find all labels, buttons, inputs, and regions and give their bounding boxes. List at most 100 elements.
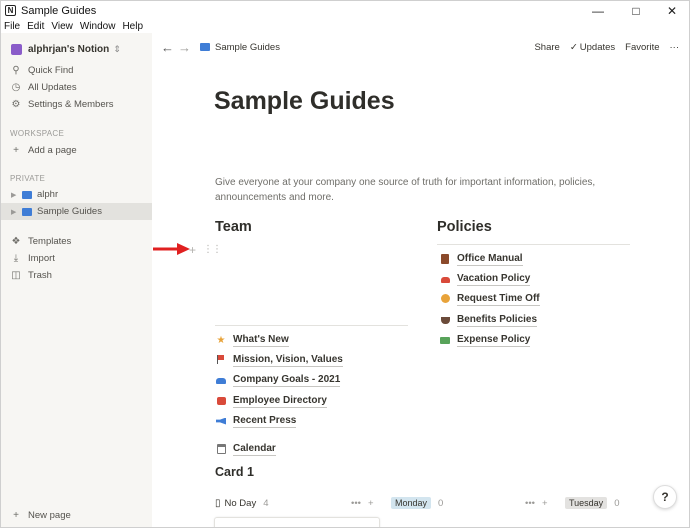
help-button[interactable]: ? (653, 485, 677, 509)
forward-arrow-icon[interactable]: → (178, 40, 191, 55)
column-add-icon[interactable]: + (542, 493, 548, 513)
window-title: Sample Guides (21, 4, 97, 17)
link-label: Request Time Off (457, 293, 540, 306)
close-icon[interactable]: ✕ (653, 1, 689, 20)
board-column-no-day[interactable]: ▯ No Day 4 (215, 493, 269, 513)
check-icon: ✓ (569, 41, 578, 53)
page-description[interactable]: Give everyone at your company one source… (215, 175, 625, 205)
sidebar-item-quick-find[interactable]: ⚲ Quick Find (1, 62, 152, 79)
calendar-link[interactable]: Calendar (215, 441, 276, 458)
add-block-icon[interactable]: + (189, 243, 196, 257)
menu-bar: File Edit View Window Help (1, 20, 689, 33)
red-arrow-icon (153, 243, 190, 255)
expand-triangle-icon[interactable]: ▶ (11, 191, 19, 199)
page-icon (22, 190, 32, 199)
favorite-button[interactable]: Favorite (625, 42, 659, 53)
link-label: Employee Directory (233, 395, 327, 408)
updates-button[interactable]: ✓ Updates (570, 42, 615, 53)
sidebar-item-templates[interactable]: ❖ Templates (1, 233, 152, 250)
sidebar-item-label: Trash (28, 270, 52, 281)
sidebar: alphrjan's Notion ⇕ ⚲ Quick Find ◷ All U… (1, 33, 152, 527)
policies-heading[interactable]: Policies (437, 219, 492, 235)
more-options-icon[interactable]: ··· (670, 42, 680, 53)
list-item[interactable]: Benefits Policies (439, 312, 538, 329)
templates-icon: ❖ (11, 236, 21, 247)
sidebar-item-sample-guides[interactable]: ▶ Sample Guides (1, 203, 152, 220)
workspace-section-label: WORKSPACE (10, 129, 65, 138)
page-title[interactable]: Sample Guides (214, 87, 395, 116)
column-add-icon[interactable]: + (368, 493, 374, 513)
list-item[interactable]: Mission, Vision, Values (215, 352, 343, 369)
star-icon: ★ (216, 335, 226, 346)
list-item[interactable]: Company Goals - 2021 (215, 372, 341, 389)
board-column-tuesday[interactable]: Tuesday 0 (565, 493, 619, 513)
plus-icon: + (13, 510, 19, 521)
sidebar-item-trash[interactable]: ◫ Trash (1, 267, 152, 284)
column-tag: Monday (391, 497, 432, 509)
team-divider (215, 325, 408, 326)
link-label: Mission, Vision, Values (233, 354, 343, 367)
chevron-updown-icon: ⇕ (113, 43, 121, 54)
app-window: N Sample Guides — □ ✕ File Edit View Win… (0, 0, 690, 528)
phone-icon (215, 396, 227, 407)
list-item[interactable]: Vacation Policy (439, 271, 531, 288)
add-page-button[interactable]: + Add a page (1, 142, 152, 159)
drag-handle-icon[interactable]: ⋮⋮ (203, 244, 222, 255)
column-count: 0 (438, 497, 444, 509)
breadcrumb[interactable]: Sample Guides (215, 42, 280, 53)
new-page-button[interactable]: + New page (1, 507, 152, 524)
gear-icon: ⚙ (11, 99, 21, 110)
share-button[interactable]: Share (534, 42, 559, 53)
sidebar-item-label: alphr (37, 189, 59, 200)
sidebar-item-import[interactable]: ⤓ Import (1, 250, 152, 267)
list-item[interactable]: Office Manual (439, 251, 523, 268)
inbox-icon: ▯ (215, 497, 221, 509)
sidebar-item-label: Sample Guides (37, 206, 102, 217)
book-icon (439, 253, 451, 266)
menu-edit[interactable]: Edit (27, 21, 44, 32)
card-heading[interactable]: Card 1 (215, 465, 254, 479)
sidebar-item-settings[interactable]: ⚙ Settings & Members (1, 96, 152, 113)
menu-file[interactable]: File (4, 21, 20, 32)
link-label: Office Manual (457, 253, 523, 266)
maximize-icon[interactable]: □ (617, 1, 655, 20)
board-column-monday[interactable]: Monday 0 (391, 493, 443, 513)
sidebar-item-alphr[interactable]: ▶ alphr (1, 186, 152, 203)
board-header: ▯ No Day 4 ••• + Monday 0 ••• + Tuesday … (215, 493, 685, 513)
column-count: 4 (263, 497, 269, 509)
team-heading[interactable]: Team (215, 219, 252, 235)
page-icon (200, 43, 210, 51)
sidebar-item-label: Templates (28, 236, 72, 247)
menu-help[interactable]: Help (122, 21, 143, 32)
time-icon (439, 294, 451, 305)
board-card[interactable] (214, 517, 380, 527)
topbar-actions: Share ✓ Updates Favorite ··· (524, 33, 679, 61)
column-more-icon[interactable]: ••• (351, 493, 361, 513)
column-label: No Day (224, 497, 257, 509)
updates-label: Updates (579, 41, 616, 53)
car-icon (439, 275, 451, 285)
list-item[interactable]: ★ What's New (215, 332, 289, 349)
sidebar-item-label: Import (28, 253, 55, 264)
column-more-icon[interactable]: ••• (525, 493, 535, 513)
sidebar-item-all-updates[interactable]: ◷ All Updates (1, 79, 152, 96)
add-page-label: Add a page (28, 145, 77, 156)
private-section-label: PRIVATE (10, 174, 46, 183)
minimize-icon[interactable]: — (579, 1, 617, 20)
menu-window[interactable]: Window (80, 21, 116, 32)
list-item[interactable]: Request Time Off (439, 291, 540, 308)
plus-icon: + (13, 145, 19, 156)
list-item[interactable]: Recent Press (215, 413, 297, 430)
megaphone-icon (215, 417, 227, 427)
list-item[interactable]: Expense Policy (439, 332, 531, 349)
title-bar: N Sample Guides — □ ✕ (1, 1, 689, 20)
workspace-avatar (11, 43, 22, 55)
menu-view[interactable]: View (51, 21, 73, 32)
back-arrow-icon[interactable]: ← (161, 40, 174, 55)
policies-divider (437, 244, 630, 245)
expand-triangle-icon[interactable]: ▶ (11, 208, 19, 216)
blue-car-icon (215, 376, 227, 386)
list-item[interactable]: Employee Directory (215, 393, 327, 410)
coffee-icon (439, 316, 451, 326)
workspace-switcher[interactable]: alphrjan's Notion ⇕ (1, 39, 152, 59)
